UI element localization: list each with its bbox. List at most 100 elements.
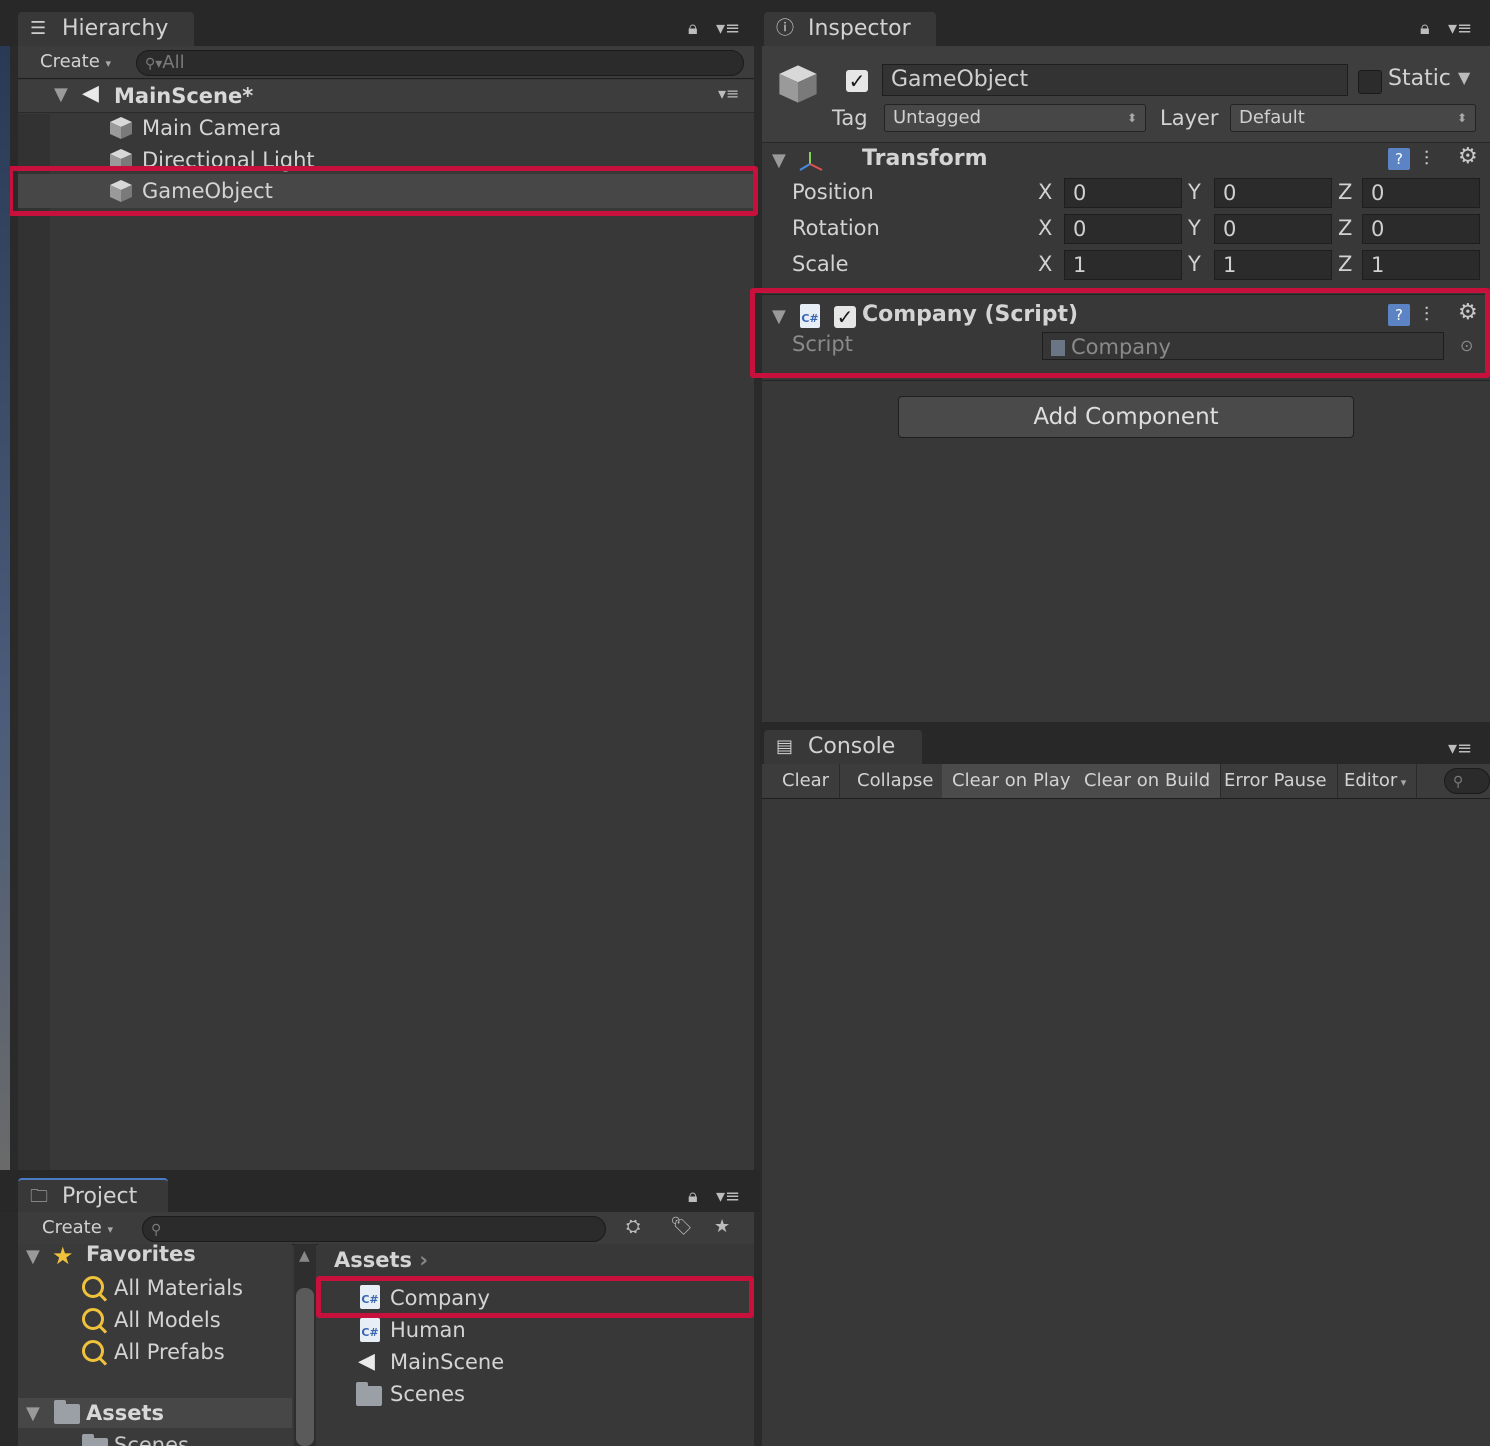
object-name-field[interactable]: GameObject (882, 64, 1348, 96)
lock-icon[interactable]: 🔒︎ (1420, 18, 1430, 39)
unity-scene-icon: ◀ (82, 81, 99, 106)
highlight-box-asset-company (316, 1276, 754, 1318)
search-icon: ⚲ (151, 1222, 162, 1238)
static-dropdown-arrow-icon[interactable]: ▼ (1458, 68, 1470, 87)
panel-menu-icon[interactable]: ▾≡ (716, 1186, 740, 1207)
console-editor-dropdown[interactable]: Editor ▾ (1334, 764, 1418, 798)
scene-view-edge (0, 46, 10, 1170)
scale-label: Scale (792, 252, 849, 276)
rotation-x-label: X (1038, 216, 1053, 240)
scale-y-field[interactable]: 1 (1214, 250, 1332, 280)
breadcrumb-assets: Assets (334, 1248, 413, 1272)
transform-header[interactable]: ▼ Transform ? ⫶ ⚙ (762, 144, 1490, 178)
scene-menu-icon[interactable]: ▾≡ (718, 84, 739, 103)
search-favorite-icon (82, 1276, 104, 1298)
tab-inspector[interactable]: ⓘ Inspector (764, 12, 936, 46)
hierarchy-search-input[interactable]: ⚲▾All (136, 50, 744, 76)
info-icon: ⓘ (776, 18, 794, 39)
panel-menu-icon[interactable]: ▾≡ (716, 18, 740, 39)
scrollbar-thumb[interactable] (296, 1288, 314, 1446)
favorite-item-label: All Models (114, 1308, 221, 1332)
position-x-value: 0 (1073, 181, 1087, 205)
folder-icon (54, 1400, 80, 1424)
static-checkbox[interactable] (1358, 70, 1382, 94)
scroll-up-arrow-icon[interactable]: ▲ (299, 1248, 310, 1264)
rotation-y-field[interactable]: 0 (1214, 214, 1332, 244)
console-clear-on-play-button[interactable]: Clear on Play (942, 764, 1082, 798)
position-z-field[interactable]: 0 (1362, 178, 1480, 208)
console-button-label: Collapse (857, 770, 934, 791)
favorite-item-all-prefabs[interactable]: All Prefabs (18, 1336, 292, 1368)
asset-item-scenes[interactable]: Scenes (318, 1378, 754, 1410)
favorite-item-all-materials[interactable]: All Materials (18, 1272, 292, 1304)
search-icon: ⚲▾ (145, 56, 163, 72)
console-collapse-button[interactable]: Collapse (847, 764, 945, 798)
panel-menu-icon[interactable]: ▾≡ (1448, 18, 1472, 39)
dropdown-arrows-icon: ⬍ (1456, 111, 1467, 125)
tab-project[interactable]: 🗀︎ Project (18, 1178, 168, 1212)
panel-menu-icon[interactable]: ▾≡ (1448, 738, 1472, 759)
list-icon: ☰ (30, 18, 47, 39)
lock-icon[interactable]: 🔒︎ (688, 1186, 698, 1207)
highlight-box-hierarchy (8, 166, 758, 216)
gameobject-icon (779, 65, 817, 103)
scale-x-field[interactable]: 1 (1064, 250, 1182, 280)
console-search-input[interactable]: ⚲ (1444, 768, 1490, 794)
scene-row[interactable]: ▼ ◀ MainScene* ▾≡ (18, 80, 754, 113)
hierarchy-create-button[interactable]: Create ▾ (40, 49, 111, 77)
project-tree-scrollbar[interactable]: ▲ (294, 1244, 316, 1446)
project-tab-label: Project (62, 1184, 138, 1209)
transform-expand-arrow-icon[interactable]: ▼ (772, 150, 786, 171)
preset-icon[interactable]: ⫶ (1424, 146, 1429, 170)
console-error-pause-button[interactable]: Error Pause (1214, 764, 1338, 798)
cube-icon (110, 117, 132, 139)
position-y-field[interactable]: 0 (1214, 178, 1332, 208)
favorites-expand-arrow-icon[interactable]: ▼ (26, 1246, 40, 1267)
object-name-value: GameObject (891, 67, 1029, 92)
hierarchy-tab-label: Hierarchy (62, 16, 169, 41)
tab-hierarchy[interactable]: ☰ Hierarchy (18, 12, 194, 46)
project-create-label: Create (42, 1217, 102, 1238)
project-create-button[interactable]: Create ▾ (42, 1215, 113, 1243)
breadcrumb[interactable]: Assets › (334, 1248, 428, 1272)
project-search-input[interactable]: ⚲ (142, 1216, 606, 1242)
search-by-type-icon[interactable]: ⛭ (626, 1216, 640, 1237)
favorite-item-all-models[interactable]: All Models (18, 1304, 292, 1336)
scale-z-field[interactable]: 1 (1362, 250, 1480, 280)
hierarchy-item-label: Main Camera (142, 116, 282, 140)
asset-item-human[interactable]: C# Human (318, 1314, 754, 1346)
search-by-label-icon[interactable]: 🏷︎ (670, 1216, 693, 1237)
tag-label: Tag (832, 106, 868, 130)
active-checkbox[interactable]: ✓ (846, 70, 868, 92)
console-clear-button[interactable]: Clear (772, 764, 841, 798)
layer-dropdown[interactable]: Default ⬍ (1230, 104, 1476, 132)
transform-title: Transform (862, 146, 988, 171)
position-label: Position (792, 180, 874, 204)
assets-tree-child-row[interactable]: Scenes (18, 1430, 292, 1446)
tab-console[interactable]: ▤ Console (764, 730, 922, 764)
assets-expand-arrow-icon[interactable]: ▼ (26, 1403, 40, 1424)
console-button-label: Clear on Play (952, 770, 1071, 791)
add-component-button[interactable]: Add Component (898, 396, 1354, 438)
scale-x-value: 1 (1073, 253, 1087, 277)
rotation-z-field[interactable]: 0 (1362, 214, 1480, 244)
expand-arrow-icon[interactable]: ▼ (54, 84, 68, 105)
hierarchy-item-main-camera[interactable]: Main Camera (18, 112, 754, 144)
position-x-field[interactable]: 0 (1064, 178, 1182, 208)
asset-item-mainscene[interactable]: ◀ MainScene (318, 1346, 754, 1378)
assets-tree-label: Assets (86, 1401, 165, 1425)
position-z-value: 0 (1371, 181, 1385, 205)
gear-icon[interactable]: ⚙ (1458, 144, 1478, 169)
layer-label: Layer (1160, 106, 1219, 130)
lock-icon[interactable]: 🔒︎ (688, 18, 698, 39)
console-button-label: Clear (782, 770, 830, 791)
tag-dropdown[interactable]: Untagged ⬍ (884, 104, 1146, 132)
help-icon[interactable]: ? (1388, 148, 1410, 170)
assets-tree-row[interactable]: ▼ Assets (18, 1398, 292, 1428)
unity-scene-icon: ◀ (358, 1349, 375, 1374)
favorite-star-icon[interactable]: ★ (714, 1216, 730, 1237)
add-component-divider (762, 380, 1490, 381)
favorites-label: Favorites (86, 1242, 196, 1266)
rotation-x-field[interactable]: 0 (1064, 214, 1182, 244)
console-clear-on-build-button[interactable]: Clear on Build (1074, 764, 1222, 798)
